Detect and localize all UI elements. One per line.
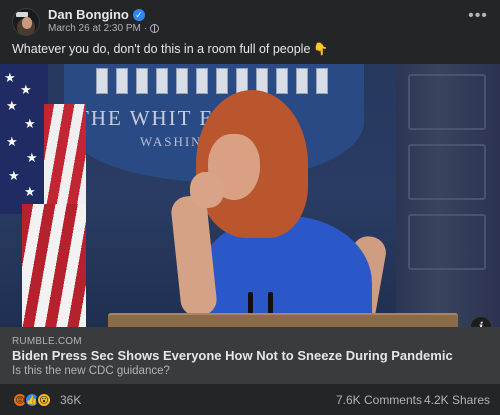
pointing-down-icon: 👇 <box>313 42 329 56</box>
wood-panel <box>396 64 500 327</box>
author-avatar[interactable] <box>12 8 40 36</box>
american-flag: ★ ★ ★ ★ ★ ★ ★ ★ <box>0 64 86 327</box>
caption-text: Whatever you do, don't do this in a room… <box>12 42 311 56</box>
link-title[interactable]: Biden Press Sec Shows Everyone How Not t… <box>12 348 453 363</box>
facebook-post: Dan Bongino ✓ March 26 at 2:30 PM · ••• … <box>0 0 500 415</box>
post-caption: Whatever you do, don't do this in a room… <box>12 42 328 56</box>
post-video-thumbnail[interactable]: THE WHIT E WASHIN ★ ★ ★ ★ ★ ★ ★ ★ i <box>0 64 500 327</box>
link-preview[interactable]: RUMBLE.COM Biden Press Sec Shows Everyon… <box>0 327 500 384</box>
link-description: Is this the new CDC guidance? <box>12 365 170 377</box>
verified-icon: ✓ <box>132 8 145 21</box>
globe-icon[interactable] <box>150 24 160 33</box>
author-name[interactable]: Dan Bongino <box>48 7 129 22</box>
engagement-bar: 😡 👍 😮 36K 7.6K Comments 4.2K Shares <box>0 384 500 415</box>
comments-count[interactable]: 7.6K Comments <box>336 393 422 407</box>
reaction-count[interactable]: 36K <box>60 393 81 407</box>
podium <box>108 313 458 327</box>
microphone <box>268 292 273 314</box>
reaction-icons[interactable]: 😡 👍 😮 <box>12 392 52 408</box>
wow-reaction-icon: 😮 <box>36 392 52 408</box>
shares-count[interactable]: 4.2K Shares <box>424 393 490 407</box>
avatar-face <box>22 17 32 29</box>
author-row: Dan Bongino ✓ <box>48 7 145 22</box>
more-options-icon[interactable]: ••• <box>466 8 490 28</box>
post-meta: March 26 at 2:30 PM · <box>48 23 160 34</box>
microphone <box>248 292 253 314</box>
press-secretary-figure <box>169 86 400 327</box>
post-header: Dan Bongino ✓ March 26 at 2:30 PM · ••• <box>0 0 500 38</box>
link-domain: RUMBLE.COM <box>12 336 82 347</box>
meta-separator: · <box>143 23 148 34</box>
post-timestamp[interactable]: March 26 at 2:30 PM <box>48 23 141 34</box>
